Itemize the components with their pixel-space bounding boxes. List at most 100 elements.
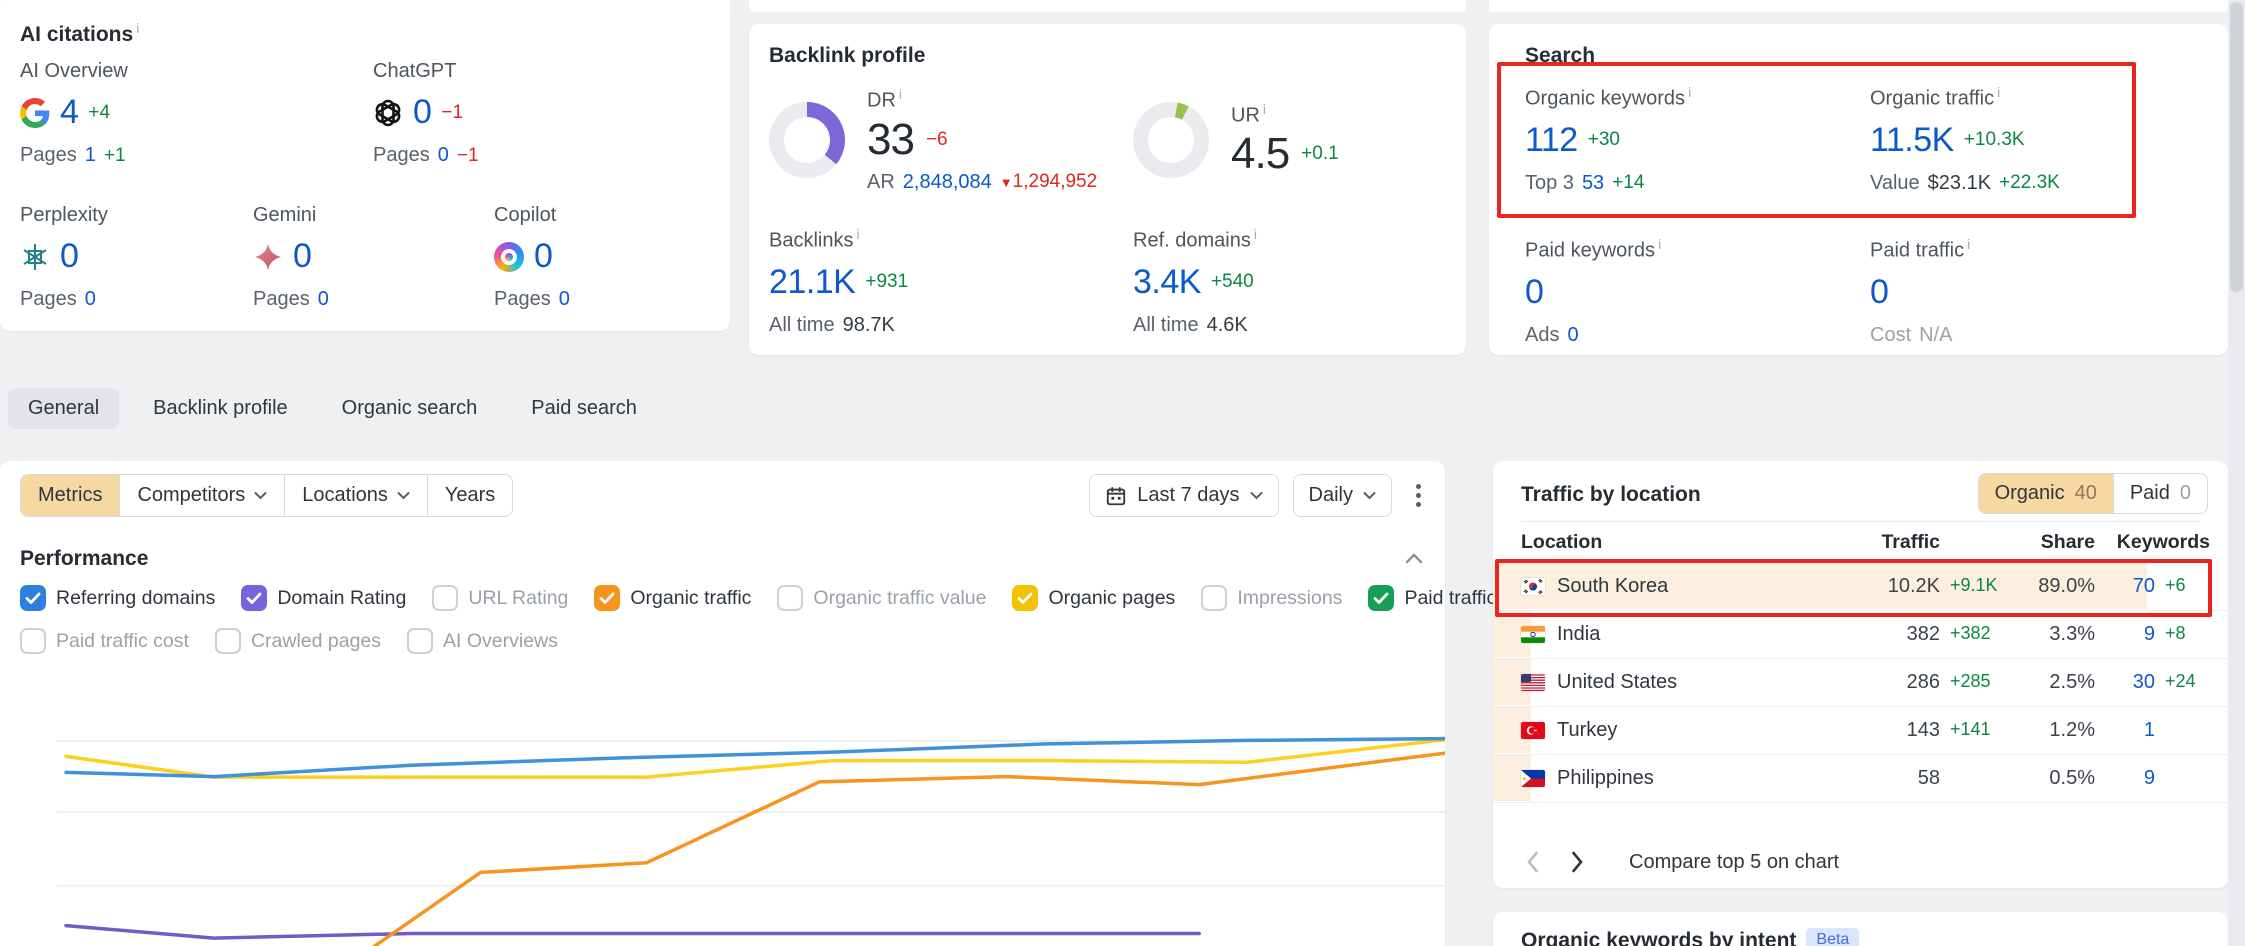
metric-value[interactable]: 0 (1870, 273, 1888, 312)
organic-traffic-metric: Organic traffici 11.5K+10.3K Value$23.1K… (1870, 84, 2060, 195)
location-name[interactable]: India (1557, 623, 1600, 646)
compare-top5-link[interactable]: Compare top 5 on chart (1629, 851, 1839, 874)
checkbox-organic-traffic-value[interactable]: Organic traffic value (777, 585, 986, 611)
keywords-value[interactable]: 1 (2095, 719, 2155, 742)
segment-competitors[interactable]: Competitors (119, 475, 284, 516)
value-amount: $23.1K (1928, 172, 1991, 195)
info-icon[interactable]: i (136, 20, 139, 36)
metric-label: Organic traffici (1870, 84, 2060, 111)
pages-value[interactable]: 0 (85, 288, 96, 311)
location-name[interactable]: United States (1557, 671, 1677, 694)
toggle-organic[interactable]: Organic40 (1979, 474, 2113, 513)
chatgpt-metric: ChatGPT 0 −1 Pages0−1 (373, 60, 479, 167)
segment-locations[interactable]: Locations (284, 475, 427, 516)
keywords-delta: +6 (2155, 575, 2210, 598)
table-row-turkey[interactable]: Turkey 143+141 1.2% 1 (1493, 707, 2228, 755)
info-icon[interactable]: i (1263, 101, 1266, 117)
traffic-by-location-card: Traffic by location Organic40 Paid0 Loca… (1493, 461, 2228, 888)
ur-label: URi (1231, 101, 1339, 128)
metric-value[interactable]: 11.5K (1870, 121, 1954, 160)
metric-value[interactable]: 0 (534, 237, 552, 276)
tab-organic-search[interactable]: Organic search (322, 388, 498, 429)
checkbox-domain-rating[interactable]: Domain Rating (241, 585, 406, 611)
pages-value[interactable]: 0 (559, 288, 570, 311)
date-range-button[interactable]: Last 7 days (1089, 474, 1278, 517)
location-name[interactable]: Turkey (1557, 719, 1617, 742)
segment-years[interactable]: Years (427, 475, 512, 516)
table-row-india[interactable]: India 382+382 3.3% 9+8 (1493, 611, 2228, 659)
metric-value[interactable]: 0 (60, 237, 78, 276)
keywords-delta: +24 (2155, 671, 2210, 694)
table-row-south-korea[interactable]: South Korea 10.2K+9.1K 89.0% 70+6 (1493, 563, 2228, 611)
more-options-button[interactable] (1406, 476, 1431, 515)
checkbox-organic-pages[interactable]: Organic pages (1012, 585, 1175, 611)
share-value: 89.0% (2010, 575, 2095, 598)
checkbox-referring-domains[interactable]: Referring domains (20, 585, 215, 611)
intent-title: Organic keywords by intent (1521, 929, 1796, 946)
granularity-button[interactable]: Daily (1293, 474, 1392, 517)
ar-label: AR (867, 171, 895, 194)
metric-value[interactable]: 4 (60, 93, 78, 132)
info-icon[interactable]: i (1688, 84, 1691, 100)
table-row-united-states[interactable]: United States 286+285 2.5% 30+24 (1493, 659, 2228, 707)
metric-label: Ref. domainsi (1133, 226, 1257, 253)
pages-value[interactable]: 0 (318, 288, 329, 311)
chevron-down-icon (1363, 491, 1376, 500)
info-icon[interactable]: i (1658, 236, 1661, 252)
traffic-value: 286 (1850, 671, 1940, 694)
checkbox-ai-overviews[interactable]: AI Overviews (407, 628, 558, 654)
section-tabs: General Backlink profile Organic search … (8, 388, 657, 429)
top3-value[interactable]: 53 (1582, 172, 1604, 195)
tab-paid-search[interactable]: Paid search (511, 388, 657, 429)
info-icon[interactable]: i (1997, 84, 2000, 100)
info-icon[interactable]: i (899, 86, 902, 102)
info-icon[interactable]: i (856, 226, 859, 242)
performance-line-chart[interactable] (0, 680, 1445, 946)
ads-value[interactable]: 0 (1567, 324, 1578, 347)
location-table-header: Location Traffic Share Keywords (1521, 531, 2210, 554)
column-traffic: Traffic (1850, 531, 2010, 554)
metric-value[interactable]: 0 (293, 237, 311, 276)
checkbox-crawled-pages[interactable]: Crawled pages (215, 628, 381, 654)
pages-value[interactable]: 0 (438, 144, 449, 167)
metric-value[interactable]: 112 (1525, 121, 1578, 160)
location-pagination: Compare top 5 on chart (1525, 850, 1839, 874)
next-page-button[interactable] (1570, 850, 1585, 874)
metric-value[interactable]: 0 (413, 93, 431, 132)
ai-citations-title: AI citationsi (20, 20, 730, 47)
info-icon[interactable]: i (1254, 226, 1257, 242)
metric-value[interactable]: 3.4K (1133, 263, 1201, 302)
dr-label: DRi (867, 86, 1097, 113)
info-icon[interactable]: i (1967, 236, 1970, 252)
scrollbar-thumb[interactable] (2230, 2, 2243, 292)
checkbox-paid-traffic-cost[interactable]: Paid traffic cost (20, 628, 189, 654)
checkbox-paid-traffic[interactable]: Paid traffic (1368, 585, 1496, 611)
segment-metrics[interactable]: Metrics (21, 475, 119, 516)
checkbox-organic-traffic[interactable]: Organic traffic (594, 585, 751, 611)
keywords-value[interactable]: 9 (2095, 767, 2155, 790)
checkbox-url-rating[interactable]: URL Rating (432, 585, 568, 611)
ar-value[interactable]: 2,848,084 (903, 171, 992, 194)
pages-value[interactable]: 1 (85, 144, 96, 167)
tab-backlink-profile[interactable]: Backlink profile (133, 388, 308, 429)
collapse-section-button[interactable] (1405, 551, 1423, 569)
table-row-philippines[interactable]: Philippines 58 0.5% 9 (1493, 755, 2228, 803)
keywords-value[interactable]: 70 (2095, 575, 2155, 598)
chatgpt-icon (373, 98, 403, 128)
checkbox-impressions[interactable]: Impressions (1201, 585, 1342, 611)
keywords-value[interactable]: 30 (2095, 671, 2155, 694)
paid-keywords-metric: Paid keywordsi 0 Ads0 (1525, 236, 1870, 347)
prev-page-button[interactable] (1525, 850, 1540, 874)
toggle-paid[interactable]: Paid0 (2113, 474, 2207, 513)
checkbox-icon (1012, 585, 1038, 611)
metric-label: Gemini (253, 204, 494, 227)
checkbox-icon (407, 628, 433, 654)
ai-citations-row2: Perplexity 0 Pages0 Gemini 0 Pages0 (20, 204, 570, 311)
metric-value[interactable]: 0 (1525, 273, 1543, 312)
tab-general[interactable]: General (8, 388, 119, 429)
keywords-value[interactable]: 9 (2095, 623, 2155, 646)
location-name[interactable]: Philippines (1557, 767, 1654, 790)
location-name[interactable]: South Korea (1557, 575, 1668, 598)
metric-value[interactable]: 21.1K (769, 263, 855, 302)
beta-badge: Beta (1806, 928, 1859, 946)
